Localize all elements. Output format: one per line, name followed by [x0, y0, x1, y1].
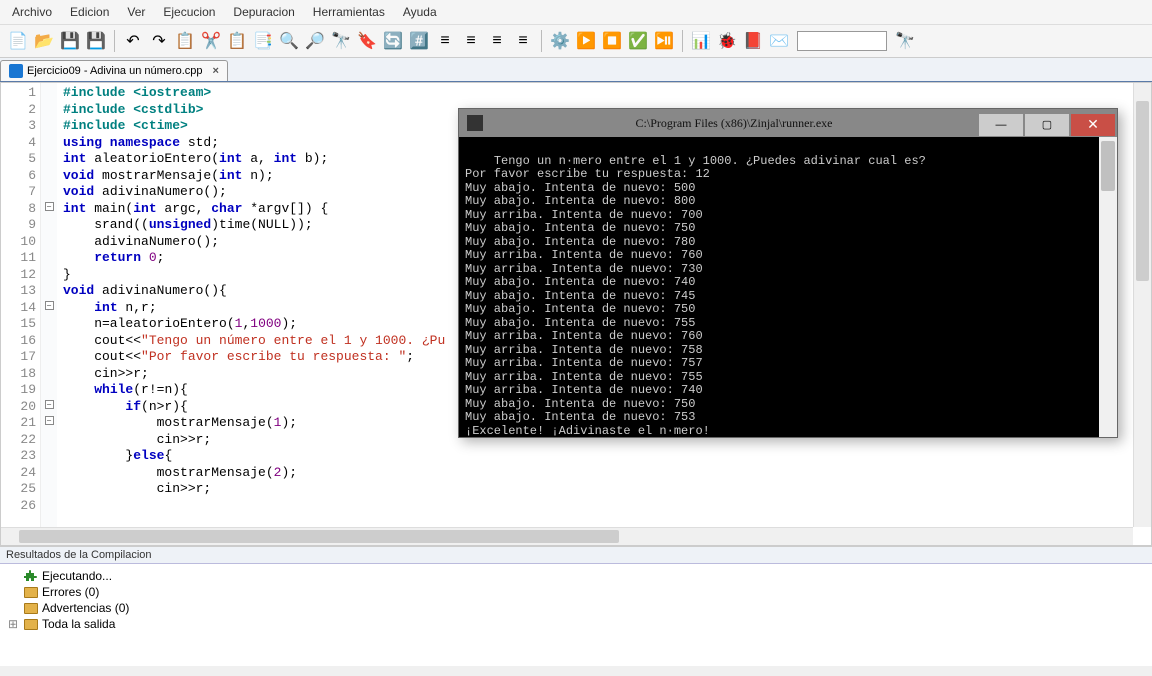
separator: [541, 30, 542, 52]
menu-archivo[interactable]: Archivo: [4, 2, 60, 22]
fold-column[interactable]: − − −−: [41, 83, 57, 545]
mail-icon[interactable]: ✉️: [767, 29, 791, 53]
step-icon[interactable]: ⏯️: [652, 29, 676, 53]
folder-icon: [24, 587, 38, 598]
menu-ver[interactable]: Ver: [119, 2, 153, 22]
bookmark-icon[interactable]: 🔖: [355, 29, 379, 53]
cut-icon[interactable]: ✂️: [199, 29, 223, 53]
console-output[interactable]: Tengo un n·mero entre el 1 y 1000. ¿Pued…: [459, 137, 1117, 437]
file-tab[interactable]: Ejercicio09 - Adivina un número.cpp ×: [0, 60, 228, 81]
open-file-icon[interactable]: 📂: [32, 29, 56, 53]
horizontal-scrollbar[interactable]: [1, 527, 1133, 545]
console-titlebar[interactable]: C:\Program Files (x86)\Zinjal\runner.exe…: [459, 109, 1117, 137]
menu-ejecucion[interactable]: Ejecucion: [155, 2, 223, 22]
minimize-button[interactable]: —: [979, 114, 1023, 136]
tree-row-all-output[interactable]: ⊞ Toda la salida: [6, 616, 1146, 632]
folder-icon: [24, 603, 38, 614]
run-icon[interactable]: ▶️: [574, 29, 598, 53]
replace-icon[interactable]: 🔎: [303, 29, 327, 53]
save-icon[interactable]: 💾: [58, 29, 82, 53]
watch-icon[interactable]: 📊: [689, 29, 713, 53]
close-button[interactable]: ✕: [1071, 114, 1115, 136]
all-output-label: Toda la salida: [42, 617, 115, 631]
puzzle-icon: [24, 569, 38, 583]
console-title-text: C:\Program Files (x86)\Zinjal\runner.exe: [489, 116, 979, 131]
close-tab-icon[interactable]: ×: [212, 65, 218, 77]
menu-ayuda[interactable]: Ayuda: [395, 2, 445, 22]
errors-label: Errores (0): [42, 585, 99, 599]
compilation-results-panel: Resultados de la Compilacion Ejecutando.…: [0, 546, 1152, 666]
panel-title: Resultados de la Compilacion: [0, 547, 1152, 564]
debug-icon[interactable]: ✅: [626, 29, 650, 53]
line-number-gutter: 1234567891011121314151617181920212223242…: [1, 83, 41, 545]
refresh-icon[interactable]: 🔄: [381, 29, 405, 53]
copy-icon[interactable]: 📋: [173, 29, 197, 53]
vertical-scrollbar[interactable]: [1133, 83, 1151, 527]
results-tree[interactable]: Ejecutando... Errores (0) Advertencias (…: [0, 564, 1152, 636]
compile-icon[interactable]: ⚙️: [548, 29, 572, 53]
cpp-file-icon: [9, 64, 23, 78]
tree-row-running[interactable]: Ejecutando...: [6, 568, 1146, 584]
menu-herramientas[interactable]: Herramientas: [305, 2, 393, 22]
menu-depuracion[interactable]: Depuracion: [225, 2, 302, 22]
find-icon[interactable]: 🔍: [277, 29, 301, 53]
indent-icon[interactable]: ≡: [433, 29, 457, 53]
menu-bar: ArchivoEdicionVerEjecucionDepuracionHerr…: [0, 0, 1152, 25]
hash-icon[interactable]: #️⃣: [407, 29, 431, 53]
tree-row-warnings[interactable]: Advertencias (0): [6, 600, 1146, 616]
scrollbar-thumb[interactable]: [19, 530, 619, 543]
tab-title: Ejercicio09 - Adivina un número.cpp: [27, 65, 202, 77]
console-text: Tengo un n·mero entre el 1 y 1000. ¿Pued…: [465, 154, 926, 438]
bug-icon[interactable]: 🐞: [715, 29, 739, 53]
running-label: Ejecutando...: [42, 569, 112, 583]
scrollbar-thumb[interactable]: [1136, 101, 1149, 281]
separator: [114, 30, 115, 52]
redo-icon[interactable]: ↷: [147, 29, 171, 53]
toolbar: 📄📂💾💾↶↷📋✂️📋📑🔍🔎🔭🔖🔄#️⃣≡≡≡≡⚙️▶️⏹️✅⏯️📊🐞📕✉️🔭: [0, 25, 1152, 58]
goto-icon[interactable]: 🔭: [329, 29, 353, 53]
save-all-icon[interactable]: 💾: [84, 29, 108, 53]
app-icon: [467, 115, 483, 131]
stop-icon[interactable]: ⏹️: [600, 29, 624, 53]
maximize-button[interactable]: ▢: [1025, 114, 1069, 136]
separator: [682, 30, 683, 52]
warnings-label: Advertencias (0): [42, 601, 129, 615]
folder-icon: [24, 619, 38, 630]
console-window[interactable]: C:\Program Files (x86)\Zinjal\runner.exe…: [458, 108, 1118, 438]
scrollbar-thumb[interactable]: [1101, 141, 1115, 191]
paste-icon[interactable]: 📋: [225, 29, 249, 53]
new-file-icon[interactable]: 📄: [6, 29, 30, 53]
tree-row-errors[interactable]: Errores (0): [6, 584, 1146, 600]
menu-edicion[interactable]: Edicion: [62, 2, 117, 22]
help-icon[interactable]: 📕: [741, 29, 765, 53]
console-scrollbar[interactable]: [1099, 137, 1117, 437]
select-icon[interactable]: 📑: [251, 29, 275, 53]
tree-twisty[interactable]: ⊞: [6, 617, 20, 631]
comment-icon[interactable]: ≡: [485, 29, 509, 53]
undo-icon[interactable]: ↶: [121, 29, 145, 53]
uncomment-icon[interactable]: ≡: [511, 29, 535, 53]
binoculars-icon[interactable]: 🔭: [893, 29, 917, 53]
tab-bar: Ejercicio09 - Adivina un número.cpp ×: [0, 58, 1152, 82]
outdent-icon[interactable]: ≡: [459, 29, 483, 53]
search-input[interactable]: [797, 31, 887, 51]
